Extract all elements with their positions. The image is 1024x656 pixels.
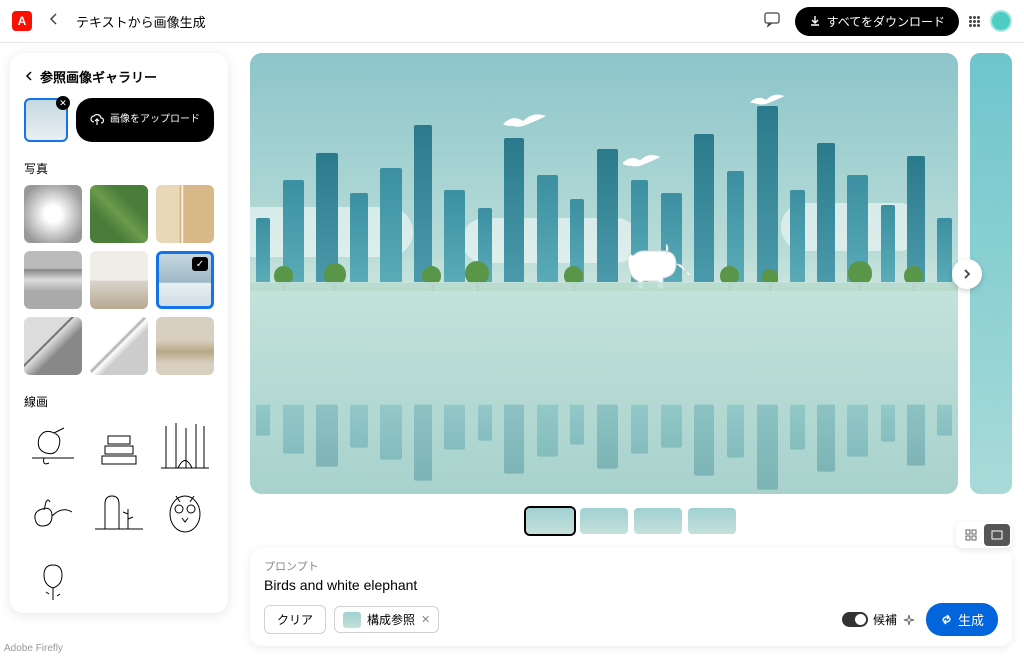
generate-button[interactable]: 生成 xyxy=(926,603,998,636)
gallery-thumb[interactable] xyxy=(156,251,214,309)
next-image-button[interactable] xyxy=(952,259,982,289)
grid-view-button[interactable] xyxy=(958,524,984,546)
suggestion-toggle[interactable]: 候補 xyxy=(842,611,916,628)
sidebar-back-button[interactable] xyxy=(24,68,34,86)
gallery-thumb[interactable] xyxy=(156,418,214,476)
generated-image-preview[interactable] xyxy=(250,53,958,494)
bird-illustration xyxy=(498,106,548,136)
result-thumbnails xyxy=(250,504,1012,538)
gallery-thumb[interactable] xyxy=(90,484,148,542)
suggestion-label: 候補 xyxy=(873,611,897,628)
upload-label: 画像をアップロード xyxy=(110,114,200,126)
gallery-thumb[interactable] xyxy=(24,418,82,476)
page-title: テキストから画像生成 xyxy=(76,12,206,31)
gallery-thumb[interactable] xyxy=(24,550,82,608)
single-view-button[interactable] xyxy=(984,524,1010,546)
user-avatar[interactable] xyxy=(990,10,1012,32)
clear-prompt-button[interactable]: クリア xyxy=(264,605,326,634)
gallery-thumb[interactable] xyxy=(90,418,148,476)
sparkle-icon xyxy=(902,613,916,627)
gallery-thumb[interactable] xyxy=(156,317,214,375)
download-all-button[interactable]: すべてをダウンロード xyxy=(795,7,959,36)
result-thumb[interactable] xyxy=(526,508,574,534)
bird-illustration xyxy=(618,150,662,180)
sidebar: 参照画像ギャラリー ✕ 画像をアップロード 写真 xyxy=(0,43,238,656)
back-button[interactable] xyxy=(44,8,64,34)
structure-reference-chip[interactable]: 構成参照 ✕ xyxy=(334,606,439,633)
clear-reference-button[interactable]: ✕ xyxy=(56,96,70,110)
gallery-thumb[interactable] xyxy=(90,251,148,309)
result-thumb[interactable] xyxy=(580,508,628,534)
main-area: プロンプト Birds and white elephant クリア 構成参照 … xyxy=(238,43,1024,656)
prompt-text[interactable]: Birds and white elephant xyxy=(264,577,998,593)
gallery-thumb[interactable] xyxy=(156,484,214,542)
reference-chip-label: 構成参照 xyxy=(367,611,415,628)
view-mode-toggle xyxy=(956,522,1012,548)
reference-chip-thumb-icon xyxy=(343,612,361,628)
adobe-logo-icon: A xyxy=(12,11,32,31)
download-label: すべてをダウンロード xyxy=(827,13,945,30)
footer-brand: Adobe Firefly xyxy=(4,643,63,654)
generate-label: 生成 xyxy=(958,610,984,629)
gallery-thumb[interactable] xyxy=(24,185,82,243)
sidebar-title: 参照画像ギャラリー xyxy=(40,67,157,86)
app-header: A テキストから画像生成 すべてをダウンロード xyxy=(0,0,1024,43)
prompt-panel: プロンプト Birds and white elephant クリア 構成参照 … xyxy=(250,548,1012,646)
line-thumb-grid xyxy=(24,418,214,608)
result-thumb[interactable] xyxy=(688,508,736,534)
bird-illustration xyxy=(746,88,786,118)
prompt-label: プロンプト xyxy=(264,558,998,574)
gallery-thumb[interactable] xyxy=(24,484,82,542)
gallery-thumb[interactable] xyxy=(90,185,148,243)
photo-category-label: 写真 xyxy=(24,160,214,177)
upload-image-button[interactable]: 画像をアップロード xyxy=(76,98,214,142)
gallery-thumb[interactable] xyxy=(24,251,82,309)
selected-reference-thumb[interactable]: ✕ xyxy=(24,98,68,142)
result-thumb[interactable] xyxy=(634,508,682,534)
photo-thumb-grid xyxy=(24,185,214,375)
gallery-thumb[interactable] xyxy=(24,317,82,375)
gallery-thumb[interactable] xyxy=(156,185,214,243)
gallery-thumb[interactable] xyxy=(90,317,148,375)
toggle-switch-icon xyxy=(842,612,868,627)
feedback-icon[interactable] xyxy=(759,6,785,37)
line-category-label: 線画 xyxy=(24,393,214,410)
apps-grid-icon[interactable] xyxy=(969,16,980,27)
close-icon[interactable]: ✕ xyxy=(421,613,430,626)
